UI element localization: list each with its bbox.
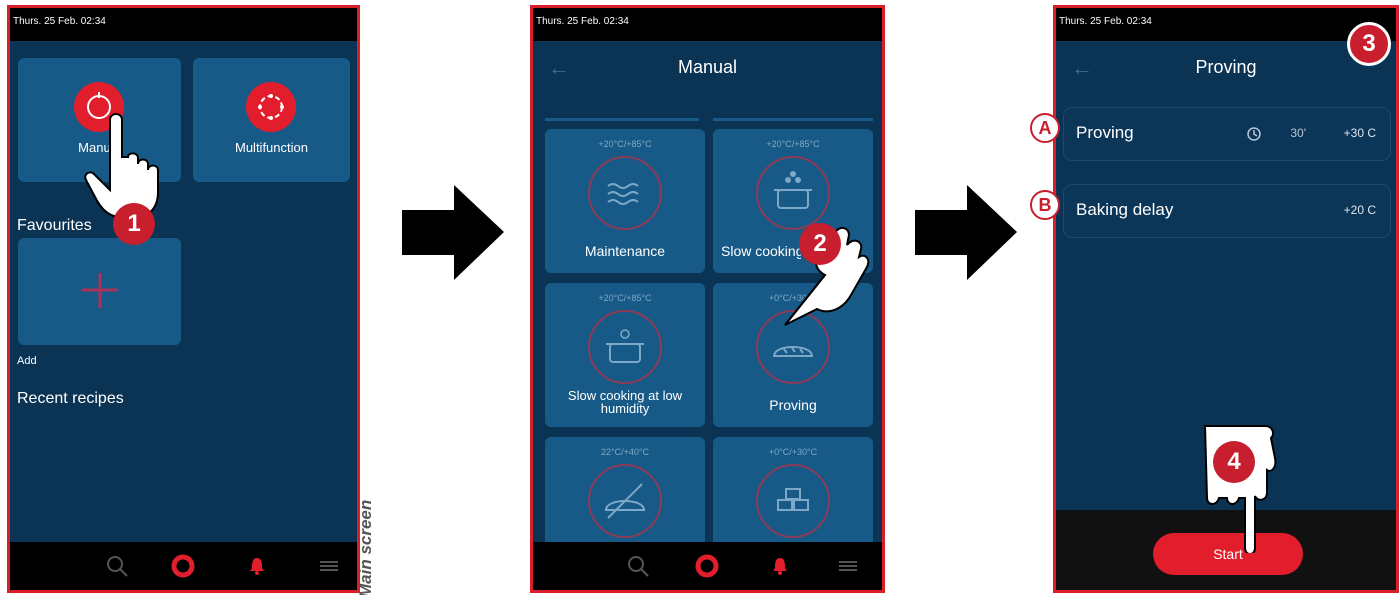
program-label: Slow cooking at low humidity xyxy=(567,388,683,416)
notification-bell-icon[interactable] xyxy=(767,553,793,579)
tile-multifunction[interactable]: Multifunction xyxy=(193,58,350,182)
search-icon[interactable] xyxy=(104,553,130,579)
scroll-hint-left xyxy=(545,118,699,121)
program-temp: 22°C/+40°C xyxy=(601,447,649,457)
status-bar: Thurs. 25 Feb. 02:34 xyxy=(1056,8,1396,41)
callout-b: B xyxy=(1030,190,1060,220)
search-icon[interactable] xyxy=(625,553,651,579)
step-badge-2: 2 xyxy=(799,223,841,265)
tap-hand-icon-4 xyxy=(1203,425,1277,553)
bottom-nav xyxy=(10,542,357,590)
flow-arrow-icon-2 xyxy=(915,185,1017,280)
program-tile-maintenance[interactable]: +20°C/+85°C Maintenance xyxy=(545,129,705,273)
callout-a: A xyxy=(1030,113,1060,143)
multifunction-icon xyxy=(246,82,296,132)
bread-crossed-icon xyxy=(588,464,662,538)
dough-icon xyxy=(756,464,830,538)
status-time: Thurs. 25 Feb. 02:34 xyxy=(1059,16,1152,27)
program-label: Maintenance xyxy=(584,243,666,259)
page-title: Manual xyxy=(677,57,738,77)
menu-icon[interactable] xyxy=(835,553,861,579)
phase-row-baking-delay[interactable]: Baking delay +20 C xyxy=(1064,185,1390,237)
add-label: Add xyxy=(17,355,37,367)
manual-header: ← Manual xyxy=(533,41,882,96)
program-temp: +20°C/+85°C xyxy=(598,139,652,149)
phase-row-proving[interactable]: Proving 30' +30 C xyxy=(1064,108,1390,160)
add-favourite-button[interactable] xyxy=(18,238,181,345)
phase-temp: +20 C xyxy=(1343,203,1376,217)
pot-icon xyxy=(588,310,662,384)
proving-header: ← Proving xyxy=(1056,41,1396,96)
program-temp: +0°C/+30°C xyxy=(768,447,818,457)
bottom-nav xyxy=(533,542,882,590)
status-bar: Thurs. 25 Feb. 02:34 xyxy=(533,8,882,41)
status-bar: Thurs. 25 Feb. 02:34 xyxy=(10,8,357,41)
step-badge-1: 1 xyxy=(113,203,155,245)
tile-multifunction-label: Multifunction xyxy=(235,140,308,155)
home-ring-icon[interactable] xyxy=(170,553,196,579)
steam-waves-icon xyxy=(588,156,662,230)
program-temp: +20°C/+85°C xyxy=(766,139,820,149)
status-time: Thurs. 25 Feb. 02:34 xyxy=(13,16,106,27)
phase-name: Proving xyxy=(1076,123,1134,142)
menu-icon[interactable] xyxy=(316,553,342,579)
recent-recipes-heading: Recent recipes xyxy=(17,390,124,407)
program-temp: +20°C/+85°C xyxy=(598,293,652,303)
phase-name: Baking delay xyxy=(1076,200,1174,219)
step-badge-4: 4 xyxy=(1213,441,1255,483)
phase-time: 30' xyxy=(1290,126,1306,140)
notification-bell-icon[interactable] xyxy=(244,553,270,579)
scroll-hint-right xyxy=(713,118,873,121)
page-title: Proving xyxy=(1195,57,1257,77)
program-tile-slow-cooking-low-humidity[interactable]: +20°C/+85°C Slow cooking at low humidity xyxy=(545,283,705,427)
clock-icon xyxy=(1247,127,1261,141)
program-label: Proving xyxy=(769,397,817,413)
main-screen-caption: Main screen xyxy=(356,499,375,595)
status-time: Thurs. 25 Feb. 02:34 xyxy=(536,16,629,27)
home-ring-icon[interactable] xyxy=(694,553,720,579)
phase-temp: +30 C xyxy=(1343,126,1376,140)
plus-icon xyxy=(82,273,118,308)
step-badge-3: 3 xyxy=(1347,22,1391,66)
main-screen: Thurs. 25 Feb. 02:34 Manual Multifunctio… xyxy=(7,5,360,593)
flow-arrow-icon-1 xyxy=(402,185,504,280)
